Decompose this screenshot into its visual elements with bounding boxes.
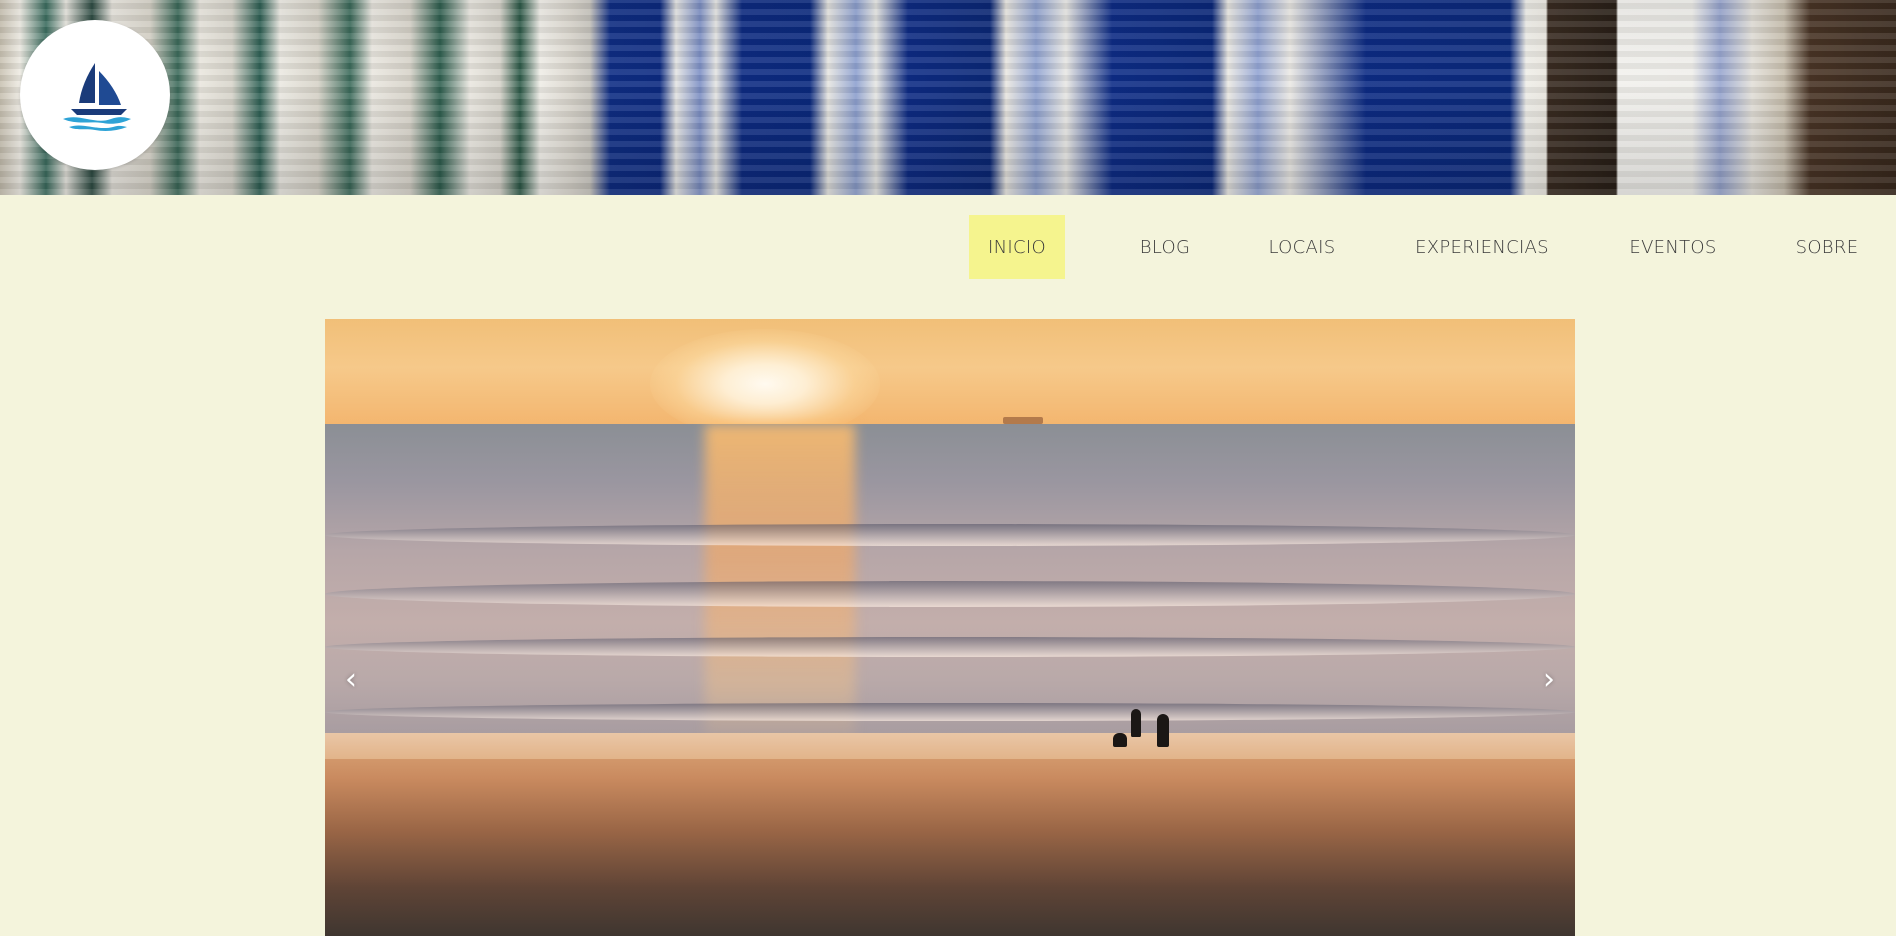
- nav-item-inicio[interactable]: INICIO: [969, 215, 1065, 279]
- nav-item-experiencias[interactable]: EXPERIENCIAS: [1403, 215, 1561, 279]
- slider-next-icon[interactable]: ›: [1529, 659, 1569, 699]
- slide-wave: [325, 581, 1575, 607]
- nav-item-blog[interactable]: BLOG: [1115, 215, 1215, 279]
- slide-sun: [650, 329, 880, 439]
- slide-person: [1157, 714, 1169, 747]
- nav-item-sobre[interactable]: SOBRE: [1785, 215, 1869, 279]
- site-logo[interactable]: [20, 20, 170, 170]
- slide-person: [1113, 733, 1127, 747]
- slide-shoreline: [325, 733, 1575, 759]
- slide-wave: [325, 703, 1575, 721]
- slide-image: [325, 319, 1575, 936]
- slide-sand: [325, 744, 1575, 936]
- slide-ship: [1003, 417, 1043, 424]
- nav-item-locais[interactable]: LOCAIS: [1253, 215, 1351, 279]
- header-banner-image: [0, 0, 1896, 195]
- nav-item-eventos[interactable]: EVENTOS: [1615, 215, 1731, 279]
- slide-wave: [325, 637, 1575, 657]
- slide-sky: [325, 319, 1575, 427]
- slider-prev-icon[interactable]: ‹: [331, 659, 371, 699]
- image-slider: ‹ ›: [325, 319, 1575, 936]
- sailboat-icon: [63, 63, 131, 131]
- slide-wave: [325, 524, 1575, 546]
- slide-person: [1131, 709, 1141, 737]
- main-nav: INICIO BLOG LOCAIS EXPERIENCIAS EVENTOS …: [969, 215, 1869, 279]
